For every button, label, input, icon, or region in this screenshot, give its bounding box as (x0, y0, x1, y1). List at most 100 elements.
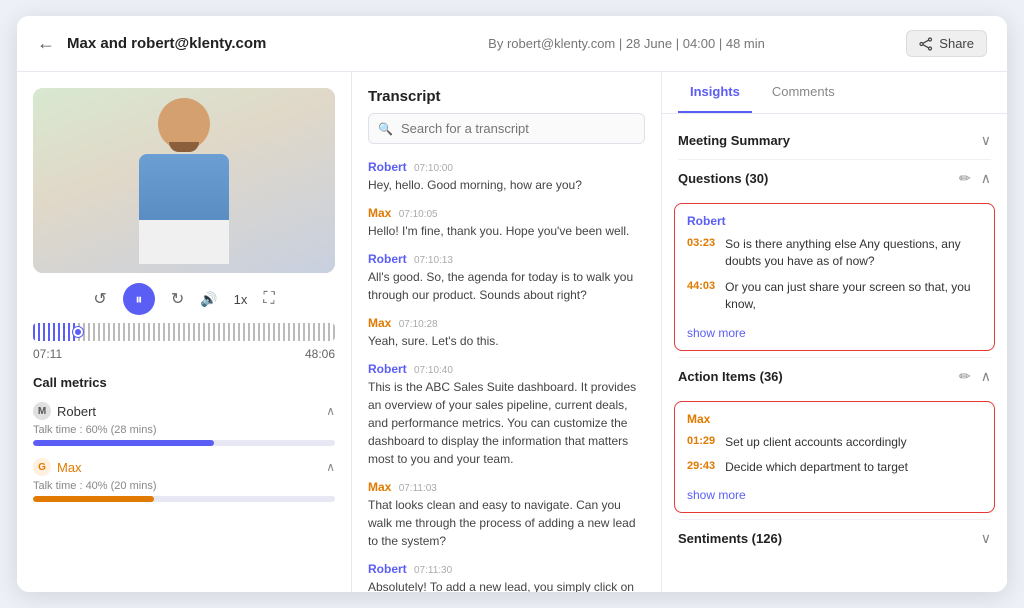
speaker-robert: Robert 07:10:13 (368, 252, 645, 266)
action-items-title: Action Items (36) (678, 369, 783, 384)
video-controls: ↺ ⏸ ↻ 🔊 1x ⛶ (33, 283, 335, 315)
speaker-max: Max 07:11:03 (368, 480, 645, 494)
video-figure (139, 98, 229, 264)
collapse-robert-button[interactable]: ∧ (326, 404, 335, 418)
action-time-1: 01:29 (687, 434, 715, 447)
action-items-show-more[interactable]: show more (687, 484, 982, 502)
chevron-down-icon[interactable]: ∨ (981, 132, 991, 149)
speaker-bar-robert (33, 440, 335, 446)
speaker-bar-fill-max (33, 496, 154, 502)
msg-time: 07:11:03 (399, 483, 437, 494)
questions-box: Robert 03:23 So is there anything else A… (674, 203, 995, 351)
header: ← Max and robert@klenty.com By robert@kl… (17, 16, 1007, 72)
waveform (33, 323, 335, 341)
msg-time: 07:10:40 (414, 365, 453, 376)
question-text-1: So is there anything else Any questions,… (725, 236, 982, 271)
msg-text: That looks clean and easy to navigate. C… (368, 496, 645, 550)
volume-icon[interactable]: 🔊 (200, 291, 217, 308)
speaker-bar-fill-robert (33, 440, 214, 446)
speaker-robert: Robert 07:11:30 (368, 562, 645, 576)
share-label: Share (939, 36, 974, 51)
msg-time: 07:10:00 (414, 163, 453, 174)
action-items-box: Max 01:29 Set up client accounts accordi… (674, 401, 995, 514)
left-panel: ↺ ⏸ ↻ 🔊 1x ⛶ 07:11 48:06 Call metrics (17, 72, 352, 592)
question-item-1: 03:23 So is there anything else Any ques… (687, 236, 982, 271)
list-item: Robert 07:11:30 Absolutely! To add a new… (368, 562, 645, 592)
speaker-talk-max: Talk time : 40% (20 mins) (33, 480, 335, 492)
question-time-2: 44:03 (687, 279, 715, 292)
progress-bar[interactable] (33, 323, 335, 341)
list-item: Robert 07:10:00 Hey, hello. Good morning… (368, 160, 645, 194)
rewind-button[interactable]: ↺ (93, 289, 106, 309)
speaker-robert: Robert 07:10:40 (368, 362, 645, 376)
speaker-max: Max 07:10:05 (368, 206, 645, 220)
speaker-row: M Robert ∧ Talk time : 60% (28 mins) (33, 402, 335, 446)
insights-tabs: Insights Comments (662, 72, 1007, 114)
sentiments-title: Sentiments (126) (678, 531, 782, 546)
search-input[interactable] (368, 113, 645, 144)
video-person-body (139, 154, 229, 264)
total-time: 48:06 (305, 347, 335, 361)
speaker-bar-max (33, 496, 335, 502)
back-button[interactable]: ← (37, 33, 55, 54)
fullscreen-button[interactable]: ⛶ (263, 290, 274, 308)
sentiments-actions: ∨ (981, 530, 991, 547)
list-item: Max 07:11:03 That looks clean and easy t… (368, 480, 645, 550)
questions-section-header[interactable]: Questions (30) ✏ ∧ (662, 160, 1007, 197)
questions-title: Questions (30) (678, 171, 768, 186)
msg-text: Hey, hello. Good morning, how are you? (368, 176, 645, 194)
current-time: 07:11 (33, 347, 62, 361)
page-title: Max and robert@klenty.com (67, 35, 347, 52)
action-items-section-header[interactable]: Action Items (36) ✏ ∧ (662, 358, 1007, 395)
speaker-header-robert: M Robert ∧ (33, 402, 335, 420)
tab-insights[interactable]: Insights (678, 72, 752, 113)
speaker-header-max: G Max ∧ (33, 458, 335, 476)
msg-time: 07:11:30 (414, 565, 452, 576)
speed-control[interactable]: 1x (234, 292, 248, 307)
chevron-up-icon[interactable]: ∧ (981, 170, 991, 187)
speaker-robert: Robert 07:10:00 (368, 160, 645, 174)
share-button[interactable]: Share (906, 30, 987, 57)
speaker-initial-robert: M (33, 402, 51, 420)
speaker-talk-robert: Talk time : 60% (28 mins) (33, 424, 335, 436)
play-pause-button[interactable]: ⏸ (123, 283, 155, 315)
chevron-up-action-icon[interactable]: ∧ (981, 368, 991, 385)
list-item: Max 07:10:28 Yeah, sure. Let's do this. (368, 316, 645, 350)
edit-icon[interactable]: ✏ (959, 170, 971, 187)
edit-action-icon[interactable]: ✏ (959, 368, 971, 385)
list-item: Max 07:10:05 Hello! I'm fine, thank you.… (368, 206, 645, 240)
forward-button[interactable]: ↻ (171, 289, 184, 309)
questions-show-more[interactable]: show more (687, 322, 982, 340)
msg-time: 07:10:28 (399, 319, 438, 330)
meeting-summary-section[interactable]: Meeting Summary ∨ (662, 122, 1007, 159)
meeting-summary-actions: ∨ (981, 132, 991, 149)
action-items-actions: ✏ ∧ (959, 368, 991, 385)
transcript-title: Transcript (352, 72, 661, 113)
tab-comments[interactable]: Comments (760, 72, 847, 113)
speaker-name-max: G Max (33, 458, 82, 476)
msg-text: Yeah, sure. Let's do this. (368, 332, 645, 350)
action-time-2: 29:43 (687, 459, 715, 472)
sentiments-section[interactable]: Sentiments (126) ∨ (662, 520, 1007, 557)
msg-text: Absolutely! To add a new lead, you simpl… (368, 578, 645, 592)
speaker-label-robert: Robert (57, 404, 96, 419)
progress-dot (73, 327, 83, 337)
list-item: Robert 07:10:40 This is the ABC Sales Su… (368, 362, 645, 468)
transcript-search-wrap: 🔍 (368, 113, 645, 144)
collapse-max-button[interactable]: ∧ (326, 460, 335, 474)
speaker-max: Max 07:10:28 (368, 316, 645, 330)
video-thumbnail[interactable] (33, 88, 335, 273)
time-display: 07:11 48:06 (33, 347, 335, 361)
waveform-fill (33, 323, 78, 341)
speaker-label-max: Max (57, 460, 82, 475)
call-metrics-title: Call metrics (33, 375, 335, 390)
question-item-2: 44:03 Or you can just share your screen … (687, 279, 982, 314)
msg-time: 07:10:13 (414, 255, 453, 266)
action-items-speaker: Max (687, 412, 982, 426)
msg-time: 07:10:05 (399, 209, 438, 220)
chevron-down-sentiments-icon[interactable]: ∨ (981, 530, 991, 547)
transcript-messages: Robert 07:10:00 Hey, hello. Good morning… (352, 152, 661, 592)
action-item-1: 01:29 Set up client accounts accordingly (687, 434, 982, 451)
speaker-initial-max: G (33, 458, 51, 476)
share-icon (919, 37, 933, 51)
